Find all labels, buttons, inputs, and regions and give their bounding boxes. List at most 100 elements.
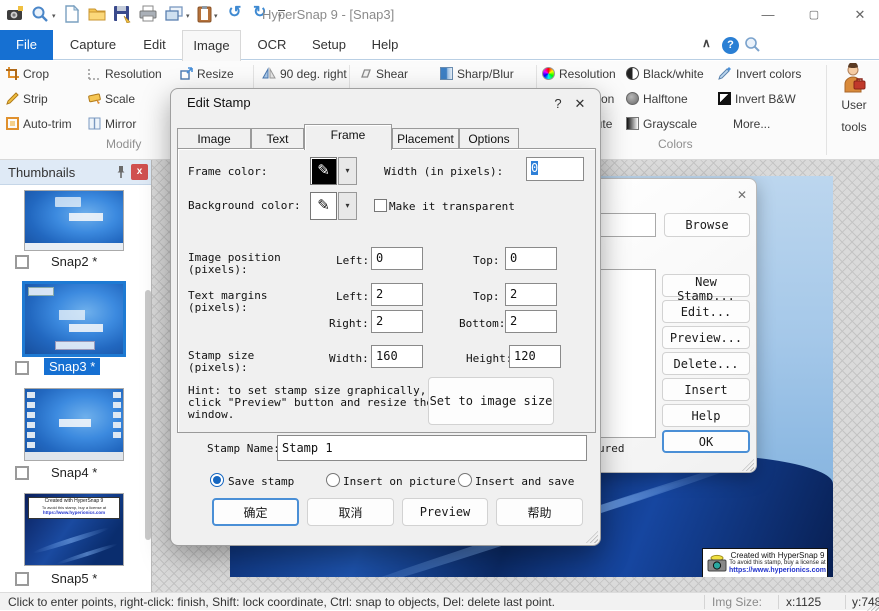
save-stamp-label[interactable]: Save stamp <box>228 475 294 488</box>
margin-top-input[interactable]: 2 <box>505 283 557 306</box>
edit-stamp-button[interactable]: Edit... <box>662 300 750 323</box>
thumbnail-snap3-label[interactable]: Snap3 * <box>44 358 100 375</box>
mirror-button[interactable]: Mirror <box>88 113 136 135</box>
close-button[interactable] <box>850 6 870 24</box>
pos-left-input[interactable]: 0 <box>371 247 423 270</box>
background-color-dropdown[interactable] <box>338 192 357 220</box>
thumbnail-snap3[interactable] <box>22 281 126 357</box>
preview-stamp-button[interactable]: Preview... <box>662 326 750 349</box>
browse-button[interactable]: Browse <box>664 213 750 237</box>
copy-dropdown[interactable] <box>186 12 193 20</box>
frame-width-input[interactable]: 0 <box>526 157 584 181</box>
halftone-button[interactable]: Halftone <box>626 88 688 110</box>
black-white-button[interactable]: Black/white <box>626 63 704 85</box>
insert-stamp-button[interactable]: Insert <box>662 378 750 401</box>
thumbnail-snap5[interactable]: Created with HyperSnap 9 To avoid this s… <box>24 493 124 566</box>
clipboard-icon[interactable] <box>196 5 214 23</box>
auto-trim-button[interactable]: Auto-trim <box>6 113 72 135</box>
insert-on-picture-radio[interactable] <box>326 473 340 487</box>
stamps-help-button[interactable]: Help <box>662 404 750 427</box>
dialog-help-button[interactable]: 帮助 <box>496 498 583 526</box>
tab-image[interactable]: Image <box>177 128 251 149</box>
thumbnail-snap2[interactable] <box>24 190 124 251</box>
shear-button[interactable]: Shear <box>358 63 408 85</box>
clipboard-dropdown[interactable] <box>214 12 221 20</box>
minimize-button[interactable]: — <box>758 6 778 24</box>
user-tools-button[interactable]: User tools <box>832 63 876 142</box>
tab-placement[interactable]: Placement <box>392 128 459 149</box>
margin-bottom-input[interactable]: 2 <box>505 310 557 333</box>
thumbnail-snap2-checkbox[interactable] <box>15 255 29 269</box>
sharp-blur-button[interactable]: Sharp/Blur <box>440 63 514 85</box>
tab-frame[interactable]: Frame <box>304 124 392 150</box>
grayscale-button[interactable]: Grayscale <box>626 113 697 135</box>
thumbnail-snap5-label[interactable]: Snap5 * <box>46 570 102 587</box>
set-to-image-size-button[interactable]: Set to image size <box>428 377 554 425</box>
pos-top-input[interactable]: 0 <box>505 247 557 270</box>
resolution-button[interactable]: Resolution <box>88 63 162 85</box>
insert-on-picture-label[interactable]: Insert on picture <box>343 475 456 488</box>
thumbnail-snap4[interactable] <box>24 388 124 461</box>
new-image-icon[interactable] <box>63 5 81 23</box>
color-resolution-button[interactable]: Resolution <box>542 63 616 85</box>
menu-edit[interactable]: Edit <box>132 30 177 60</box>
cancel-button[interactable]: 取消 <box>307 498 394 526</box>
insert-and-save-radio[interactable] <box>458 473 472 487</box>
frame-color-dropdown[interactable] <box>338 157 357 185</box>
menu-file[interactable]: File <box>0 30 53 60</box>
stamps-close-icon[interactable] <box>734 187 750 203</box>
menu-setup[interactable]: Setup <box>302 30 356 60</box>
stamp-name-input[interactable]: Stamp 1 <box>277 435 587 461</box>
menu-capture[interactable]: Capture <box>60 30 126 60</box>
open-file-icon[interactable] <box>88 5 106 23</box>
panel-close-icon[interactable] <box>131 164 148 180</box>
thumbnail-snap4-label[interactable]: Snap4 * <box>46 464 102 481</box>
ribbon-collapse-icon[interactable]: ∧ <box>702 36 711 50</box>
rotate-90-right-button[interactable]: 90 deg. right <box>262 63 347 85</box>
menu-ocr[interactable]: OCR <box>248 30 296 60</box>
thumbnail-snap2-label[interactable]: Snap2 * <box>46 253 102 270</box>
margin-left-input[interactable]: 2 <box>371 283 423 306</box>
thumbnail-snap5-checkbox[interactable] <box>15 572 29 586</box>
stamps-resize-grip[interactable] <box>742 459 754 471</box>
capture-camera-icon[interactable] <box>6 5 24 23</box>
size-width-input[interactable]: 160 <box>371 345 423 368</box>
zoom-tool-dropdown[interactable] <box>52 12 59 20</box>
more-colors-button[interactable]: More... <box>733 113 770 135</box>
invert-bw-button[interactable]: Invert B&W <box>718 88 796 110</box>
resize-button[interactable]: Resize <box>180 63 234 85</box>
crop-button[interactable]: Crop <box>6 63 49 85</box>
print-icon[interactable] <box>139 5 157 23</box>
zoom-tool-icon[interactable] <box>31 5 49 23</box>
menu-help[interactable]: Help <box>362 30 408 60</box>
save-stamp-radio[interactable] <box>210 473 224 487</box>
maximize-button[interactable]: ▢ <box>804 6 824 24</box>
pin-icon[interactable] <box>114 165 128 179</box>
dialog-resize-grip[interactable] <box>586 531 598 543</box>
margin-right-input[interactable]: 2 <box>371 310 423 333</box>
stamps-ok-button[interactable]: OK <box>662 430 750 453</box>
thumbnail-snap4-checkbox[interactable] <box>15 466 29 480</box>
new-stamp-button[interactable]: New Stamp... <box>662 274 750 297</box>
thumbnail-snap3-checkbox[interactable] <box>15 361 29 375</box>
undo-icon[interactable]: ↺ <box>228 4 241 22</box>
help-icon[interactable] <box>722 37 739 54</box>
delete-stamp-button[interactable]: Delete... <box>662 352 750 375</box>
dialog-help-icon[interactable]: ? <box>549 95 567 113</box>
loupe-icon[interactable] <box>744 36 761 53</box>
insert-and-save-label[interactable]: Insert and save <box>475 475 574 488</box>
copy-window-icon[interactable] <box>165 5 183 23</box>
transparent-checkbox[interactable] <box>374 199 387 212</box>
invert-colors-button[interactable]: Invert colors <box>718 63 801 85</box>
ok-button[interactable]: 确定 <box>212 498 299 526</box>
background-color-swatch[interactable] <box>310 192 337 220</box>
save-icon[interactable] <box>113 5 131 23</box>
dialog-close-icon[interactable] <box>571 95 589 113</box>
scale-button[interactable]: Scale <box>88 88 135 110</box>
preview-button[interactable]: Preview <box>402 498 488 526</box>
thumbnails-scrollbar[interactable] <box>145 290 151 540</box>
tab-options[interactable]: Options <box>459 128 519 149</box>
size-height-input[interactable]: 120 <box>509 345 561 368</box>
tab-text[interactable]: Text <box>251 128 304 149</box>
frame-color-swatch[interactable] <box>310 157 337 185</box>
